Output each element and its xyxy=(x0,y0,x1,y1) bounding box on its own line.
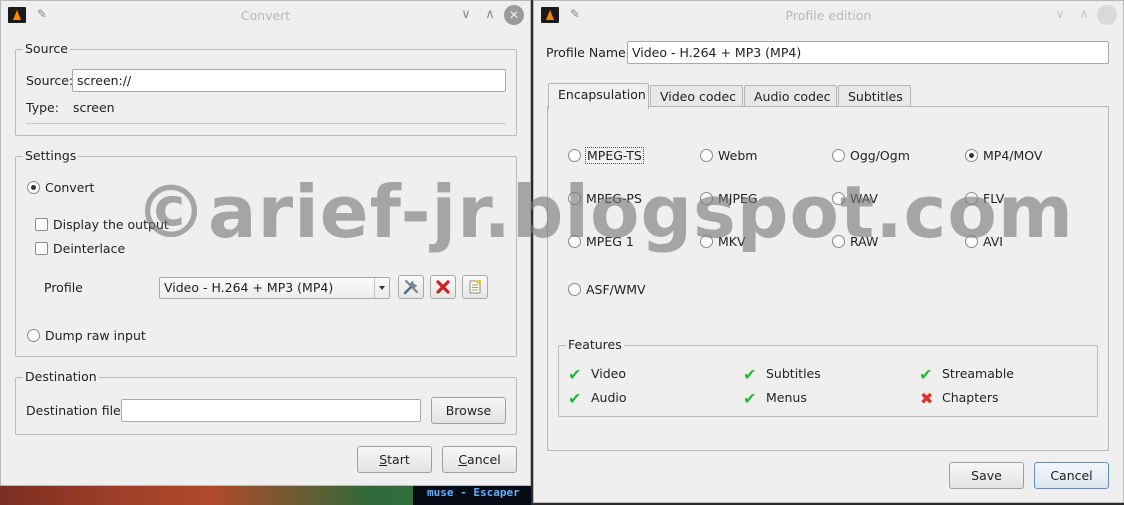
delete-profile-icon xyxy=(436,280,450,294)
tab-audio-codec[interactable]: Audio codec xyxy=(744,85,837,107)
cross-icon: ✖ xyxy=(920,389,934,408)
edit-profile-button[interactable] xyxy=(398,275,424,299)
format-label-avi: AVI xyxy=(983,234,1003,249)
profile-name-input[interactable]: Video - H.264 + MP3 (MP4) xyxy=(627,41,1109,64)
format-label-webm: Webm xyxy=(718,148,758,163)
feature-menus: Menus xyxy=(766,390,807,405)
format-radio-flv[interactable] xyxy=(965,192,978,205)
destination-input[interactable] xyxy=(121,399,421,422)
profile-title: Profile edition xyxy=(785,8,872,23)
destination-label: Destination file: xyxy=(26,403,125,418)
check-icon: ✔ xyxy=(568,389,582,408)
display-output-label: Display the output xyxy=(53,217,169,232)
feature-chapters: Chapters xyxy=(942,390,999,405)
format-label-flv: FLV xyxy=(983,191,1005,206)
profile-titlebar[interactable]: ✎ Profile edition ∨ ∧ ✕ xyxy=(534,1,1123,30)
maximize-icon[interactable]: ∧ xyxy=(1074,5,1094,25)
format-radio-mp4[interactable] xyxy=(965,149,978,162)
tab-subtitles[interactable]: Subtitles xyxy=(838,85,911,107)
feature-subtitles: Subtitles xyxy=(766,366,821,381)
format-label-mkv: MKV xyxy=(718,234,746,249)
format-label-wav: WAV xyxy=(850,191,878,206)
format-radio-raw[interactable] xyxy=(832,235,845,248)
format-radio-mkv[interactable] xyxy=(700,235,713,248)
source-input[interactable]: screen:// xyxy=(72,69,506,92)
delete-profile-button[interactable] xyxy=(430,275,456,299)
new-profile-icon xyxy=(469,279,482,294)
profile-name-label: Profile Name xyxy=(546,45,626,60)
convert-titlebar[interactable]: ✎ Convert ∨ ∧ ✕ xyxy=(1,1,530,30)
feature-audio: Audio xyxy=(591,390,627,405)
minimize-icon[interactable]: ∨ xyxy=(1050,5,1070,25)
features-group: Features xyxy=(558,337,1098,417)
new-profile-button[interactable] xyxy=(462,275,488,299)
profile-select[interactable]: Video - H.264 + MP3 (MP4) xyxy=(159,277,390,299)
feature-video: Video xyxy=(591,366,627,381)
format-label-ogg: Ogg/Ogm xyxy=(850,148,910,163)
minimize-icon[interactable]: ∨ xyxy=(456,5,476,25)
format-label-mp4: MP4/MOV xyxy=(983,148,1043,163)
source-separator xyxy=(26,123,506,124)
tab-video-codec[interactable]: Video codec xyxy=(650,85,743,107)
check-icon: ✔ xyxy=(568,365,582,384)
format-radio-mpeg1[interactable] xyxy=(568,235,581,248)
convert-window: ✎ Convert ∨ ∧ ✕ Source Source: screen://… xyxy=(0,0,531,486)
format-radio-ogg[interactable] xyxy=(832,149,845,162)
dump-raw-label: Dump raw input xyxy=(45,328,146,343)
convert-radio[interactable] xyxy=(27,181,40,194)
source-label: Source: xyxy=(26,73,74,88)
format-radio-mpeg-ts[interactable] xyxy=(568,149,581,162)
settings-group-title: Settings xyxy=(23,148,79,163)
cancel-button[interactable]: Cancel xyxy=(1034,462,1109,489)
source-group-title: Source xyxy=(23,41,70,56)
chevron-down-icon xyxy=(374,278,389,298)
display-output-checkbox[interactable] xyxy=(35,218,48,231)
format-radio-wav[interactable] xyxy=(832,192,845,205)
convert-title: Convert xyxy=(240,8,291,23)
destination-group-title: Destination xyxy=(23,369,99,384)
tab-encapsulation[interactable]: Encapsulation xyxy=(548,83,649,109)
type-value: screen xyxy=(73,100,115,115)
format-radio-mpeg-ps[interactable] xyxy=(568,192,581,205)
format-radio-avi[interactable] xyxy=(965,235,978,248)
dump-raw-radio[interactable] xyxy=(27,329,40,342)
deinterlace-label: Deinterlace xyxy=(53,241,126,256)
format-label-asf: ASF/WMV xyxy=(586,282,646,297)
feature-streamable: Streamable xyxy=(942,366,1014,381)
profile-edition-window: ✎ Profile edition ∨ ∧ ✕ Profile Name Vid… xyxy=(533,0,1124,503)
format-label-raw: RAW xyxy=(850,234,879,249)
format-radio-webm[interactable] xyxy=(700,149,713,162)
profile-select-value: Video - H.264 + MP3 (MP4) xyxy=(164,280,334,295)
format-label-mpeg-ts: MPEG-TS xyxy=(585,147,644,164)
format-radio-mjpeg[interactable] xyxy=(700,192,713,205)
cancel-button[interactable]: Cancel xyxy=(442,446,517,473)
convert-radio-label: Convert xyxy=(45,180,95,195)
maximize-icon[interactable]: ∧ xyxy=(480,5,500,25)
save-button[interactable]: Save xyxy=(949,462,1024,489)
format-label-mjpeg: MJPEG xyxy=(718,191,758,206)
edit-profile-icon xyxy=(403,280,418,295)
check-icon: ✔ xyxy=(743,365,757,384)
close-icon[interactable]: ✕ xyxy=(1097,5,1117,25)
check-icon: ✔ xyxy=(919,365,933,384)
check-icon: ✔ xyxy=(743,389,757,408)
format-label-mpeg-ps: MPEG-PS xyxy=(586,191,642,206)
deinterlace-checkbox[interactable] xyxy=(35,242,48,255)
features-group-title: Features xyxy=(566,337,624,352)
format-label-mpeg1: MPEG 1 xyxy=(586,234,634,249)
format-radio-asf[interactable] xyxy=(568,283,581,296)
profile-label: Profile xyxy=(44,280,83,295)
terminal-title: muse - Escaper xyxy=(427,486,520,499)
type-label: Type: xyxy=(26,100,59,115)
close-icon[interactable]: ✕ xyxy=(504,5,524,25)
start-button[interactable]: Start xyxy=(357,446,432,473)
browse-button[interactable]: Browse xyxy=(431,397,506,424)
